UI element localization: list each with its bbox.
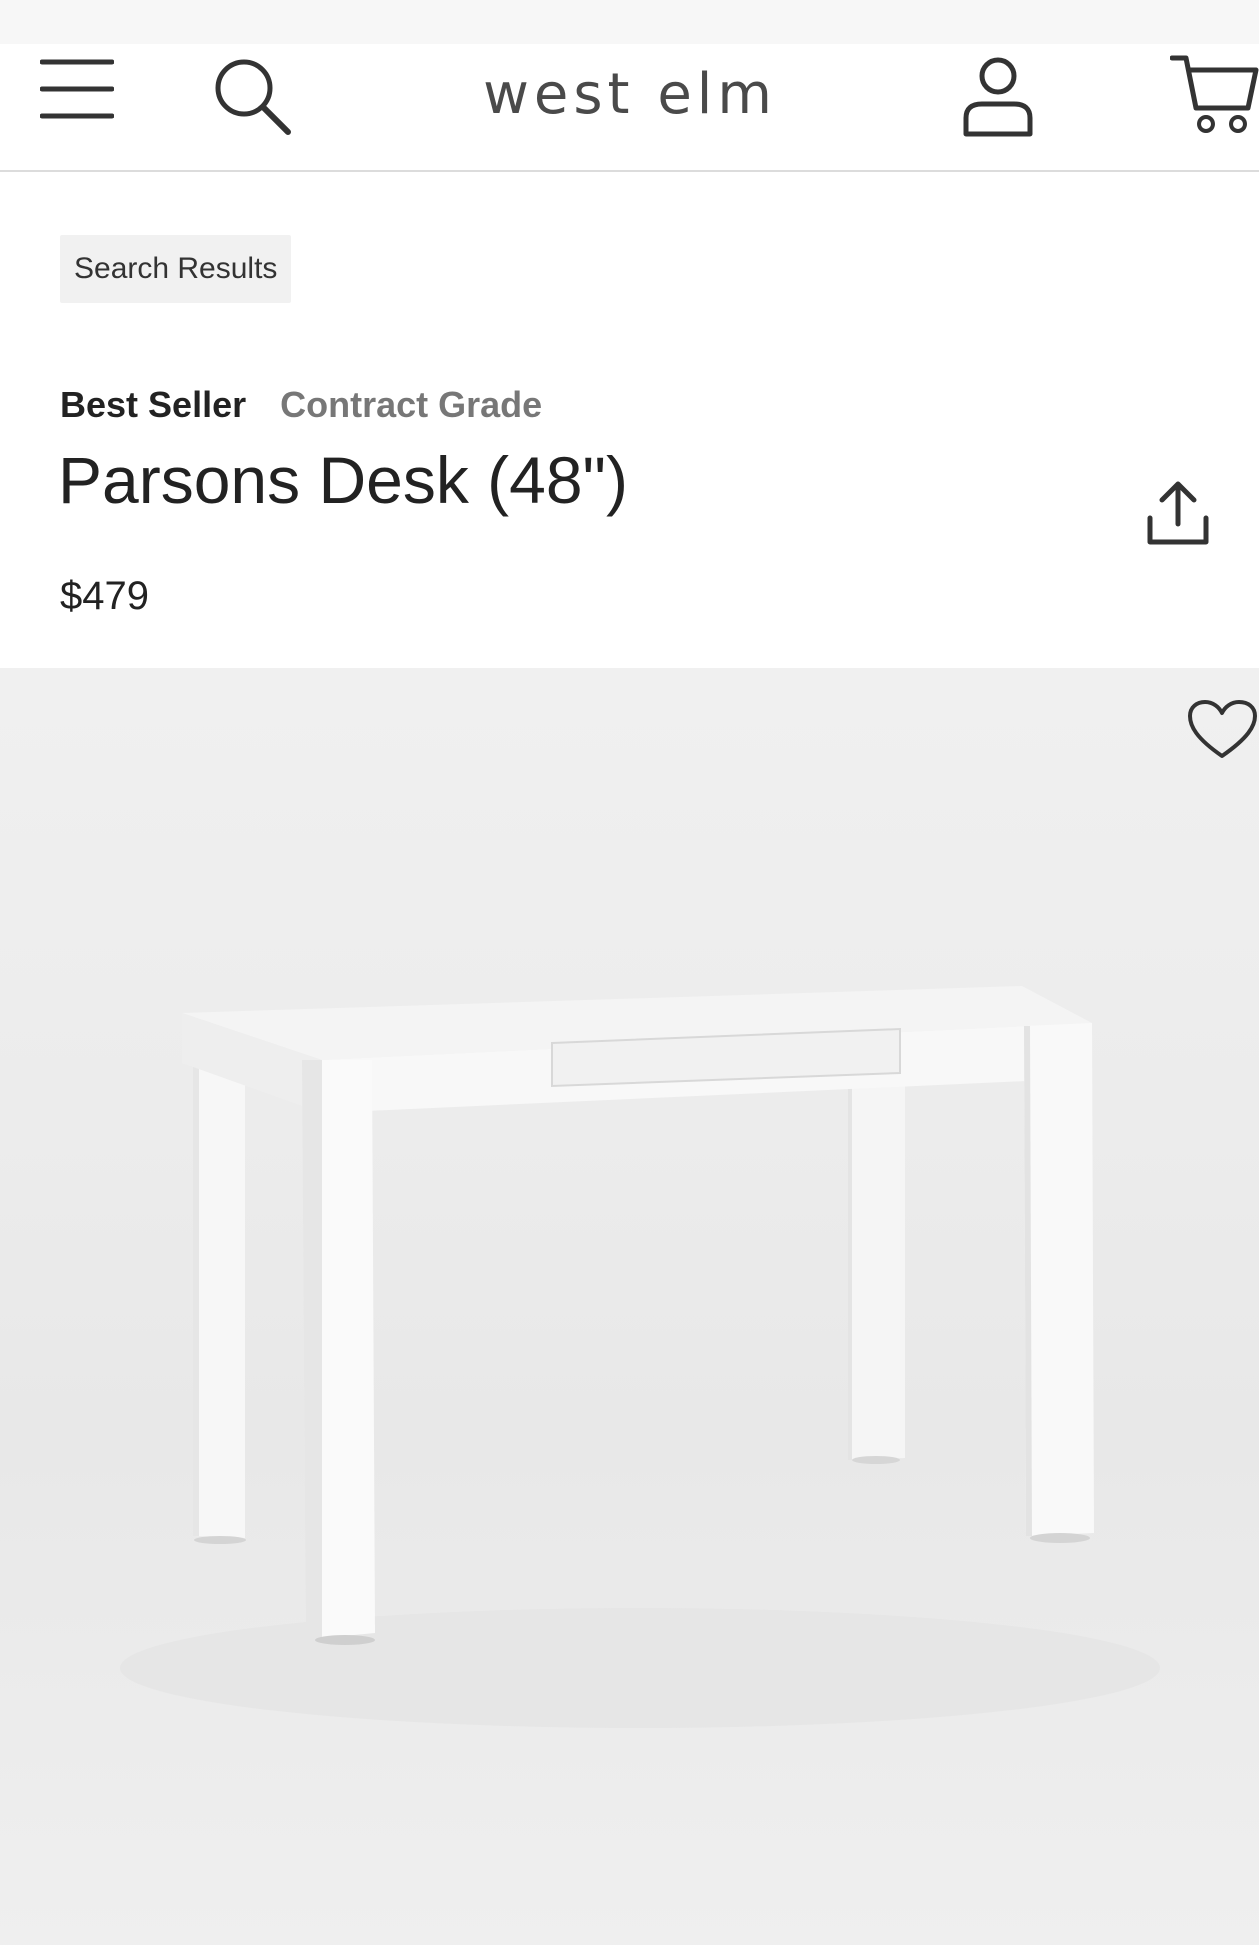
- cart-icon[interactable]: [1170, 50, 1259, 138]
- search-icon[interactable]: [210, 54, 294, 138]
- status-bar-area: [0, 0, 1259, 44]
- search-results-breadcrumb[interactable]: Search Results: [60, 235, 292, 303]
- product-image-area[interactable]: [0, 668, 1259, 1945]
- brand-logo[interactable]: west elm: [390, 64, 870, 126]
- contract-grade-badge: Contract Grade: [280, 384, 543, 425]
- best-seller-badge: Best Seller: [60, 384, 247, 425]
- share-icon[interactable]: [1138, 478, 1218, 550]
- product-price: $479: [60, 574, 149, 618]
- account-icon[interactable]: [958, 54, 1038, 138]
- heart-icon[interactable]: [1186, 698, 1259, 762]
- product-badges: Best Seller Contract Grade: [60, 384, 542, 426]
- top-navigation: west elm: [0, 44, 1259, 172]
- product-title: Parsons Desk (48"): [58, 443, 628, 517]
- menu-icon[interactable]: [40, 56, 114, 122]
- parsons-desk-image: [120, 986, 1160, 1728]
